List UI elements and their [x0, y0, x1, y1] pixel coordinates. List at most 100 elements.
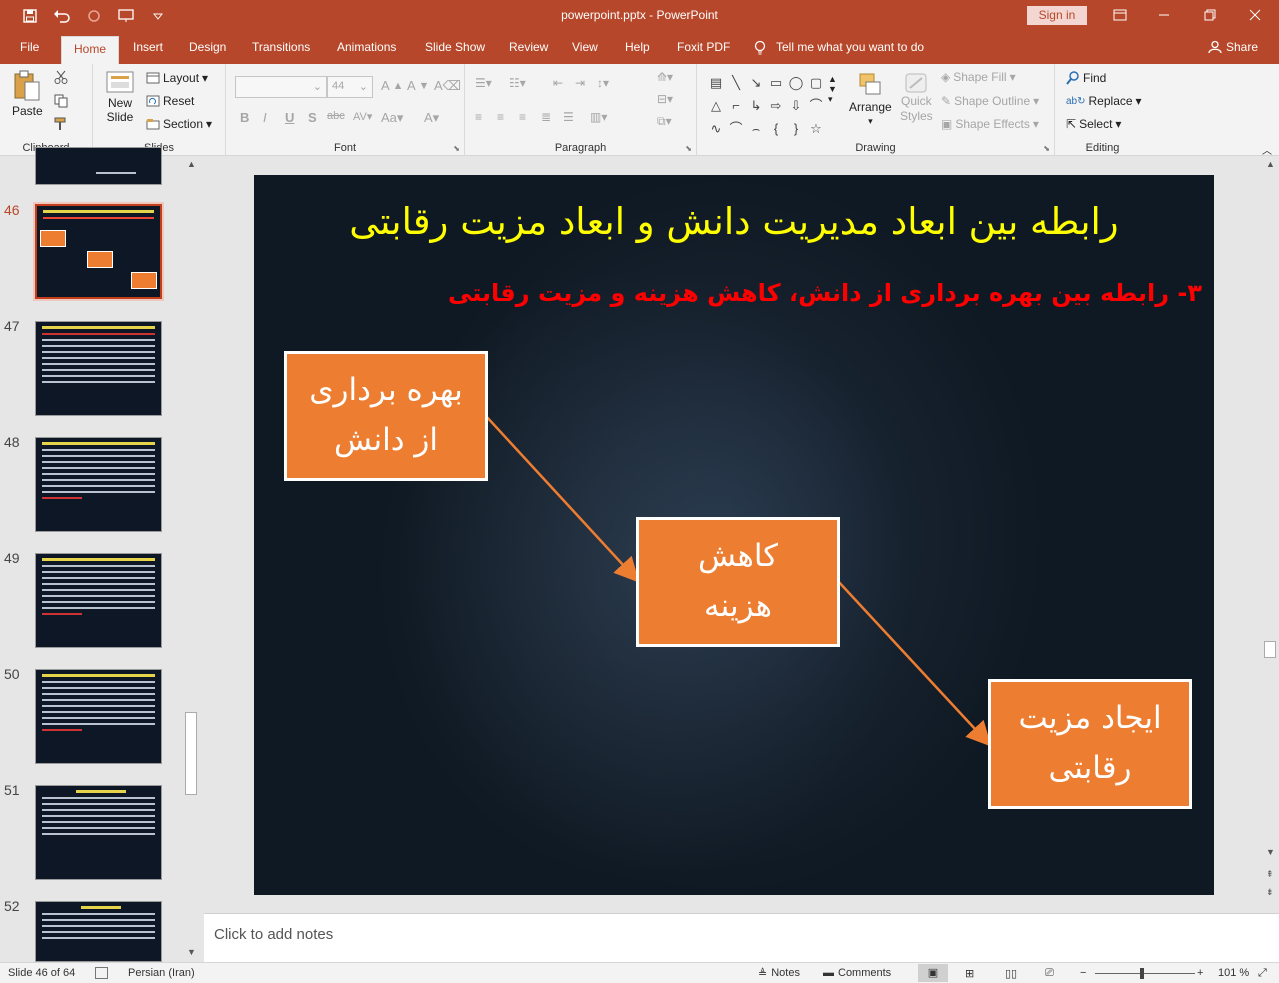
bullets-icon[interactable]: ☰▾	[475, 76, 492, 90]
character-spacing-icon[interactable]: AV▾	[353, 110, 372, 123]
tab-home[interactable]: Home	[61, 36, 120, 64]
slide-thumbnail-49[interactable]	[35, 553, 162, 648]
zoom-slider-thumb[interactable]	[1140, 968, 1144, 979]
tab-review[interactable]: Review	[509, 40, 548, 64]
rectangle-shape-icon[interactable]: ▭	[766, 72, 786, 93]
next-slide-icon[interactable]: ⇟	[1266, 887, 1274, 898]
increase-font-icon[interactable]: A ▲	[381, 78, 403, 93]
reset-button[interactable]: Reset	[146, 94, 194, 108]
rounded-rect-shape-icon[interactable]: ▢	[806, 72, 826, 93]
shape-outline-button[interactable]: ✎ Shape Outline ▾	[941, 94, 1039, 108]
zoom-out-icon[interactable]: −	[1080, 967, 1086, 979]
paragraph-dialog-launcher-icon[interactable]: ⬊	[685, 144, 692, 153]
tab-slide-show[interactable]: Slide Show	[425, 40, 485, 64]
zoom-slider-track[interactable]	[1095, 973, 1195, 974]
align-left-icon[interactable]: ≡	[475, 110, 482, 124]
comments-toggle[interactable]: ▬ Comments	[823, 967, 891, 979]
down-arrow-shape-icon[interactable]: ⇩	[786, 95, 806, 116]
shape-effects-button[interactable]: ▣ Shape Effects ▾	[941, 117, 1039, 131]
text-direction-icon[interactable]: ⟰▾	[657, 70, 673, 84]
sign-in-button[interactable]: Sign in	[1027, 6, 1087, 25]
shadow-icon[interactable]: S	[308, 110, 317, 125]
collapse-ribbon-icon[interactable]: ︿	[1262, 142, 1272, 157]
fit-to-window-icon[interactable]: ⤢	[1258, 967, 1267, 980]
slide-thumbnail-panel[interactable]: 46 47 48 49 50 51 52	[0, 147, 200, 962]
underline-icon[interactable]: U	[285, 110, 294, 125]
tab-transitions[interactable]: Transitions	[252, 40, 310, 64]
competitive-advantage-box[interactable]: ایجاد مزیت رقابتی	[988, 679, 1192, 809]
ribbon-display-options-icon[interactable]	[1106, 4, 1134, 26]
slide-sorter-icon[interactable]: ⊞	[965, 967, 974, 980]
numbering-icon[interactable]: ☷▾	[509, 76, 526, 90]
restore-icon[interactable]	[1196, 4, 1224, 26]
reading-view-icon[interactable]: ▯▯	[1005, 967, 1017, 980]
arrange-button[interactable]: Arrange ▾	[849, 72, 892, 127]
align-text-icon[interactable]: ⊟▾	[657, 92, 673, 106]
notes-toggle[interactable]: ≜ Notes	[758, 967, 800, 980]
knowledge-exploitation-box[interactable]: بهره برداری از دانش	[284, 351, 488, 481]
arc-shape-icon[interactable]: ⌒	[726, 118, 746, 139]
oval-shape-icon[interactable]: ◯	[786, 72, 806, 93]
close-icon[interactable]	[1241, 4, 1269, 26]
slide-counter[interactable]: Slide 46 of 64	[8, 967, 75, 979]
zoom-in-icon[interactable]: +	[1197, 967, 1203, 979]
slide-thumbnail-48[interactable]	[35, 437, 162, 532]
justify-icon[interactable]: ≣	[541, 110, 551, 124]
paste-button[interactable]: Paste	[12, 70, 43, 118]
decrease-indent-icon[interactable]: ⇤	[553, 76, 563, 90]
slide-thumbnail-52[interactable]	[35, 901, 162, 962]
clear-formatting-icon[interactable]: A⌫	[434, 78, 461, 94]
font-dialog-launcher-icon[interactable]: ⬊	[453, 144, 460, 153]
shape-fill-button[interactable]: ◈ Shape Fill ▾	[941, 70, 1016, 84]
arrow-line-shape-icon[interactable]: ↘	[746, 72, 766, 93]
columns-icon[interactable]: ▥▾	[590, 110, 607, 124]
thumbnail-scrollbar[interactable]: ▲ ▼	[183, 157, 200, 962]
distributed-icon[interactable]: ☰	[563, 110, 574, 124]
layout-button[interactable]: Layout ▾	[146, 71, 208, 85]
curve-shape-icon[interactable]: ∿	[706, 118, 726, 139]
cost-reduction-box[interactable]: کاهش هزینه	[636, 517, 840, 647]
star-shape-icon[interactable]: ☆	[806, 118, 826, 139]
tab-help[interactable]: Help	[625, 40, 650, 64]
tab-view[interactable]: View	[572, 40, 598, 64]
bold-icon[interactable]: B	[240, 110, 249, 125]
scroll-down-icon[interactable]: ▼	[1266, 847, 1275, 857]
right-brace-shape-icon[interactable]: }	[786, 118, 806, 139]
tab-foxit-pdf[interactable]: Foxit PDF	[677, 40, 730, 64]
slide-show-icon[interactable]: ⎚	[1045, 967, 1054, 980]
new-slide-button[interactable]: New Slide	[105, 70, 135, 125]
replace-button[interactable]: ab↻ Replace ▾	[1066, 94, 1142, 108]
slide-scrollbar[interactable]: ▲ ▼ ⇞ ⇟	[1262, 157, 1279, 912]
tab-design[interactable]: Design	[189, 40, 226, 64]
arrow-2[interactable]	[836, 579, 992, 747]
notes-pane[interactable]: Click to add notes	[204, 913, 1279, 962]
tab-file[interactable]: File	[20, 40, 39, 64]
center-icon[interactable]: ≡	[497, 110, 504, 124]
zoom-level[interactable]: 101 %	[1218, 967, 1249, 979]
spellcheck-icon[interactable]	[95, 967, 108, 979]
font-color-icon[interactable]: A▾	[424, 110, 439, 126]
right-arrow-shape-icon[interactable]: ⇨	[766, 95, 786, 116]
textbox-shape-icon[interactable]: ▤	[706, 72, 726, 93]
line-spacing-icon[interactable]: ↕▾	[597, 76, 609, 90]
line-shape-icon[interactable]: ╲	[726, 72, 746, 93]
left-brace-shape-icon[interactable]: {	[766, 118, 786, 139]
scrollbar-thumb[interactable]	[1264, 641, 1276, 658]
arrow-1[interactable]	[484, 414, 640, 583]
scroll-up-icon[interactable]: ▲	[1266, 159, 1275, 169]
tell-me-search[interactable]: Tell me what you want to do	[754, 40, 924, 64]
tab-insert[interactable]: Insert	[133, 40, 163, 64]
elbow-arrow-shape-icon[interactable]: ↳	[746, 95, 766, 116]
format-painter-icon[interactable]	[54, 117, 68, 131]
decrease-font-icon[interactable]: A ▼	[407, 78, 429, 93]
slide-canvas[interactable]: رابطه بین ابعاد مدیریت دانش و ابعاد مزیت…	[254, 175, 1214, 895]
normal-view-icon[interactable]: ▣	[918, 964, 948, 982]
drawing-dialog-launcher-icon[interactable]: ⬊	[1043, 144, 1050, 153]
change-case-icon[interactable]: Aa▾	[381, 110, 403, 126]
slide-thumbnail-46[interactable]	[35, 204, 162, 299]
scroll-down-icon[interactable]: ▼	[187, 947, 196, 957]
find-button[interactable]: Find	[1066, 71, 1106, 85]
scrollbar-thumb[interactable]	[185, 712, 197, 795]
smartart-icon[interactable]: ⧉▾	[657, 114, 672, 129]
align-right-icon[interactable]: ≡	[519, 110, 526, 124]
